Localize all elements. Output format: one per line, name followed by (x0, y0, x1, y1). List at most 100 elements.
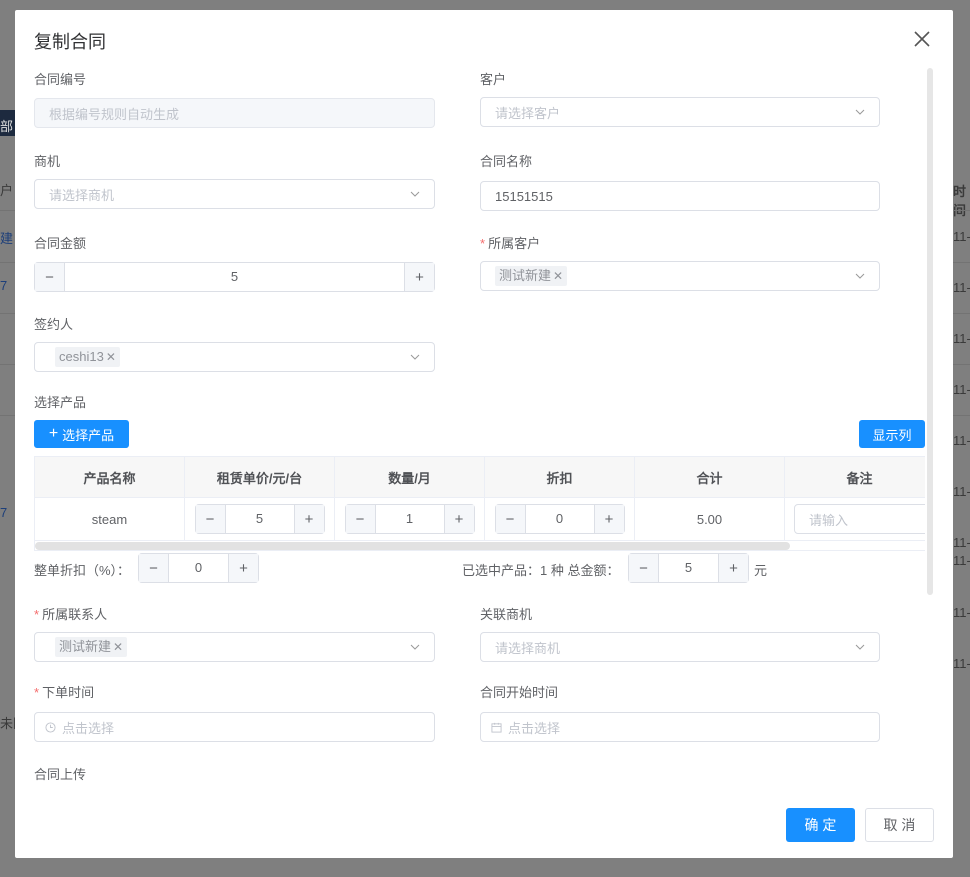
order-discount-value[interactable]: 0 (169, 554, 228, 582)
order-discount-label: 整单折扣（%）： (34, 560, 130, 579)
amount-value[interactable]: 5 (65, 263, 404, 291)
backdrop-text: 11- (953, 553, 970, 568)
signer-label: 签约人 (34, 314, 73, 333)
plus-button[interactable]: + (444, 505, 474, 533)
backdrop-text: 部 (0, 116, 13, 135)
table-horizontal-scrollbar[interactable] (35, 542, 790, 550)
products-label: 选择产品 (34, 392, 86, 411)
backdrop-text: 11- (953, 433, 970, 448)
related-opportunity-label: 关联商机 (480, 604, 532, 623)
contract-no-input: 根据编号规则自动生成 (34, 98, 435, 128)
tag-close-icon[interactable]: ✕ (113, 640, 123, 654)
currency-unit: 元 (754, 560, 767, 579)
note-input[interactable]: 请输入 (794, 504, 925, 534)
opportunity-label: 商机 (34, 151, 60, 170)
start-time-label: 合同开始时间 (480, 682, 558, 701)
minus-button[interactable]: − (629, 554, 659, 582)
total-cell: 5.00 (635, 498, 785, 541)
total-amount-stepper[interactable]: −5+ (628, 553, 749, 583)
column-header: 租赁单价/元/台 (185, 457, 335, 498)
order-discount-stepper[interactable]: −0+ (138, 553, 259, 583)
backdrop-text: 11- (953, 280, 970, 295)
contact-select[interactable]: 测试新建✕ (34, 632, 435, 662)
products-table: 产品名称 租赁单价/元/台 数量/月 折扣 合计 备注 steam −5+ −1… (34, 456, 925, 551)
total-amount-value[interactable]: 5 (659, 554, 718, 582)
minus-button[interactable]: − (346, 505, 376, 533)
selected-tag: 测试新建✕ (55, 637, 127, 657)
column-header: 合计 (635, 457, 785, 498)
contract-no-label: 合同编号 (34, 69, 86, 88)
show-columns-button[interactable]: 显示列 (859, 420, 925, 448)
note-cell: 请输入 (785, 498, 925, 541)
customer-label: 客户 (480, 69, 506, 88)
contract-name-input[interactable]: 15151515 (480, 181, 880, 211)
upload-label: 合同上传 (34, 764, 86, 783)
amount-stepper[interactable]: −5+ (34, 262, 435, 292)
tag-close-icon[interactable]: ✕ (106, 350, 116, 364)
qty-stepper[interactable]: −1+ (345, 504, 475, 534)
selected-tag: 测试新建✕ (495, 266, 567, 286)
selected-summary-label: 已选中产品：1 种 总金额： (462, 560, 619, 579)
backdrop-text: 11- (953, 535, 970, 550)
copy-contract-dialog: 复制合同 合同编号 根据编号规则自动生成 客户 请选择客户 商机 请选择商机 合… (15, 10, 953, 858)
minus-button[interactable]: − (139, 554, 169, 582)
backdrop-text: 户 (0, 180, 13, 199)
plus-button[interactable]: + (228, 554, 258, 582)
plus-button[interactable]: + (594, 505, 624, 533)
tag-close-icon[interactable]: ✕ (553, 269, 563, 283)
cancel-button[interactable]: 取 消 (865, 808, 934, 842)
price-stepper[interactable]: −5+ (195, 504, 325, 534)
chevron-down-icon (410, 642, 420, 652)
backdrop-text: 11- (953, 331, 970, 346)
backdrop-text: 7 (0, 505, 7, 520)
discount-value[interactable]: 0 (526, 505, 594, 533)
backdrop-text: 11- (953, 484, 970, 499)
discount-cell: −0+ (485, 498, 635, 541)
related-opportunity-select[interactable]: 请选择商机 (480, 632, 880, 662)
minus-button[interactable]: − (35, 263, 65, 291)
discount-stepper[interactable]: −0+ (495, 504, 625, 534)
column-header: 数量/月 (335, 457, 485, 498)
chevron-down-icon (410, 189, 420, 199)
confirm-button[interactable]: 确 定 (786, 808, 855, 842)
owner-customer-label: *所属客户 (480, 233, 540, 252)
plus-button[interactable]: + (718, 554, 748, 582)
price-value[interactable]: 5 (226, 505, 294, 533)
product-name-cell: steam (35, 498, 185, 541)
start-time-picker[interactable]: 点击选择 (480, 712, 880, 742)
dialog-scrollbar[interactable] (927, 68, 933, 595)
backdrop-text: 建 (0, 228, 13, 247)
backdrop-text: 11- (953, 382, 970, 397)
owner-customer-select[interactable]: 测试新建✕ (480, 261, 880, 291)
chevron-down-icon (855, 107, 865, 117)
order-time-picker[interactable]: 点击选择 (34, 712, 435, 742)
amount-label: 合同金额 (34, 233, 86, 252)
close-icon[interactable] (913, 30, 931, 48)
signer-select[interactable]: ceshi13✕ (34, 342, 435, 372)
backdrop-text: 7 (0, 278, 7, 293)
plus-button[interactable]: + (404, 263, 434, 291)
minus-button[interactable]: − (196, 505, 226, 533)
calendar-icon (491, 722, 502, 733)
plus-button[interactable]: + (294, 505, 324, 533)
contract-name-label: 合同名称 (480, 151, 532, 170)
dialog-title: 复制合同 (34, 28, 106, 54)
column-header: 产品名称 (35, 457, 185, 498)
opportunity-select[interactable]: 请选择商机 (34, 179, 435, 209)
qty-cell: −1+ (335, 498, 485, 541)
chevron-down-icon (855, 271, 865, 281)
backdrop-text: 11- (953, 656, 970, 671)
price-cell: −5+ (185, 498, 335, 541)
backdrop-text: 11- (953, 605, 970, 620)
column-header: 备注 (785, 457, 925, 498)
contact-label: *所属联系人 (34, 604, 107, 623)
backdrop-text: 11- (953, 229, 970, 244)
qty-value[interactable]: 1 (376, 505, 444, 533)
clock-icon (45, 722, 56, 733)
customer-select[interactable]: 请选择客户 (480, 97, 880, 127)
backdrop-text: 时间 (953, 181, 970, 219)
add-product-button[interactable]: +选择产品 (34, 420, 129, 448)
selected-tag: ceshi13✕ (55, 347, 120, 367)
minus-button[interactable]: − (496, 505, 526, 533)
chevron-down-icon (410, 352, 420, 362)
